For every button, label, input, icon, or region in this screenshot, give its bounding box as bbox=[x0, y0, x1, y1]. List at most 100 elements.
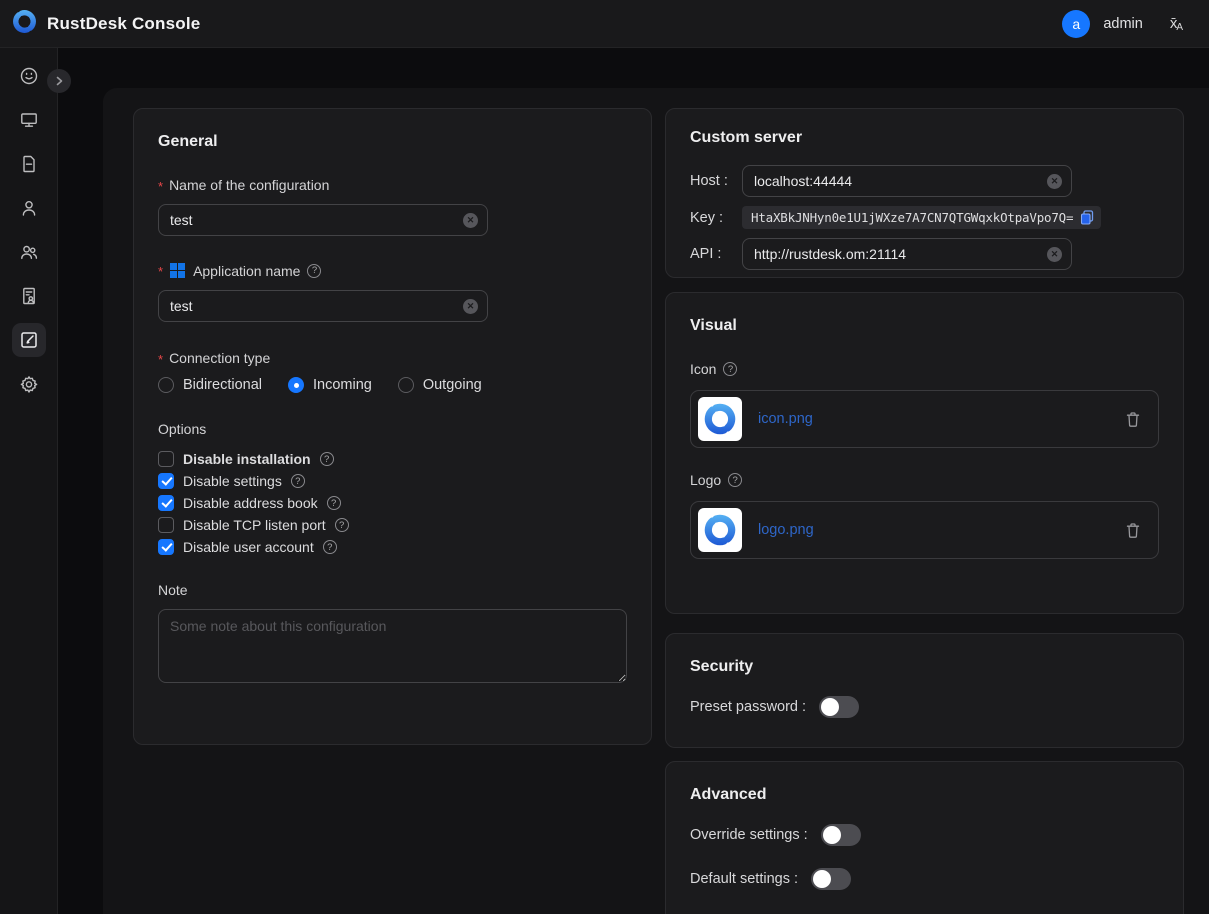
general-title: General bbox=[158, 133, 627, 151]
override-settings-label: Override settings : bbox=[690, 827, 808, 843]
sidebar-item-logs[interactable] bbox=[12, 147, 46, 181]
radio-circle[interactable] bbox=[398, 377, 414, 393]
clear-app-name-icon[interactable]: ✕ bbox=[463, 299, 478, 314]
visual-card: Visual Icon ? icon.png bbox=[665, 292, 1184, 614]
visual-title: Visual bbox=[690, 317, 1159, 335]
key-row: Key : HtaXBkJNHyn0e1U1jWXze7A7CN7QTGWqxk… bbox=[690, 206, 1159, 229]
sidebar-item-dashboard[interactable] bbox=[12, 59, 46, 93]
logo-thumbnail bbox=[698, 508, 742, 552]
api-label: API : bbox=[690, 246, 742, 262]
application-name-input[interactable] bbox=[159, 298, 487, 314]
help-icon[interactable]: ? bbox=[327, 496, 341, 510]
note-textarea[interactable] bbox=[158, 609, 627, 683]
sidebar-item-custom-clients[interactable] bbox=[12, 323, 46, 357]
sidebar-item-devices[interactable] bbox=[12, 103, 46, 137]
translate-icon[interactable]: x̄A bbox=[1170, 15, 1183, 33]
required-asterisk: * bbox=[158, 352, 163, 367]
host-input[interactable] bbox=[743, 173, 1071, 189]
sidebar-expand-button[interactable] bbox=[47, 69, 71, 93]
rustdesk-logo-icon bbox=[11, 8, 38, 40]
logo-upload-box: logo.png bbox=[690, 501, 1159, 559]
checkbox-disable-tcp-listen-port[interactable]: Disable TCP listen port ? bbox=[158, 514, 627, 536]
smile-icon bbox=[19, 66, 39, 86]
icon-thumbnail bbox=[698, 397, 742, 441]
clear-name-icon[interactable]: ✕ bbox=[463, 213, 478, 228]
radio-circle[interactable] bbox=[288, 377, 304, 393]
server-key-value: HtaXBkJNHyn0e1U1jWXze7A7CN7QTGWqxkOtpaVp… bbox=[751, 210, 1073, 225]
radio-incoming[interactable]: Incoming bbox=[288, 377, 372, 393]
note-label: Note bbox=[158, 582, 627, 598]
checkbox-box[interactable] bbox=[158, 495, 174, 511]
checkbox-box[interactable] bbox=[158, 451, 174, 467]
gear-icon bbox=[19, 374, 39, 394]
preset-password-row: Preset password : bbox=[690, 696, 1159, 718]
default-settings-label: Default settings : bbox=[690, 871, 798, 887]
delete-icon-button[interactable] bbox=[1125, 411, 1141, 428]
advanced-card: Advanced Override settings : Default set… bbox=[665, 761, 1184, 914]
icon-upload-box: icon.png bbox=[690, 390, 1159, 448]
default-settings-toggle[interactable] bbox=[811, 868, 851, 890]
form-edit-icon bbox=[19, 330, 39, 350]
clear-api-icon[interactable]: ✕ bbox=[1047, 247, 1062, 262]
checkbox-box[interactable] bbox=[158, 473, 174, 489]
help-icon[interactable]: ? bbox=[335, 518, 349, 532]
help-icon[interactable]: ? bbox=[307, 264, 321, 278]
help-icon[interactable]: ? bbox=[291, 474, 305, 488]
sidebar-item-users[interactable] bbox=[12, 191, 46, 225]
override-settings-toggle[interactable] bbox=[821, 824, 861, 846]
api-field: ✕ bbox=[742, 238, 1072, 270]
name-config-field: ✕ bbox=[158, 204, 488, 236]
rustdesk-console-screen: RustDesk Console a admin x̄A bbox=[0, 0, 1209, 914]
radio-outgoing[interactable]: Outgoing bbox=[398, 377, 482, 393]
name-config-label: * Name of the configuration bbox=[158, 177, 627, 193]
team-icon bbox=[19, 242, 39, 262]
application-name-field: ✕ bbox=[158, 290, 488, 322]
content-panel: General * Name of the configuration ✕ * … bbox=[103, 88, 1209, 914]
sidebar-item-address-books[interactable] bbox=[12, 279, 46, 313]
chevron-right-icon bbox=[53, 75, 65, 87]
security-card: Security Preset password : bbox=[665, 633, 1184, 748]
help-icon[interactable]: ? bbox=[320, 452, 334, 466]
sidebar-item-groups[interactable] bbox=[12, 235, 46, 269]
server-key-chip: HtaXBkJNHyn0e1U1jWXze7A7CN7QTGWqxkOtpaVp… bbox=[742, 206, 1101, 229]
checkbox-disable-installation[interactable]: Disable installation ? bbox=[158, 448, 627, 470]
help-icon[interactable]: ? bbox=[323, 540, 337, 554]
checkbox-disable-user-account[interactable]: Disable user account ? bbox=[158, 536, 627, 558]
checkbox-disable-address-book[interactable]: Disable address book ? bbox=[158, 492, 627, 514]
username[interactable]: admin bbox=[1103, 16, 1143, 32]
user-icon bbox=[19, 198, 39, 218]
help-icon[interactable]: ? bbox=[723, 362, 737, 376]
radio-circle[interactable] bbox=[158, 377, 174, 393]
logo-file-link[interactable]: logo.png bbox=[758, 522, 814, 538]
user-avatar[interactable]: a bbox=[1062, 10, 1090, 38]
general-card: General * Name of the configuration ✕ * … bbox=[133, 108, 652, 745]
trash-icon bbox=[1125, 522, 1141, 539]
radio-bidirectional[interactable]: Bidirectional bbox=[158, 377, 262, 393]
checkbox-disable-settings[interactable]: Disable settings ? bbox=[158, 470, 627, 492]
connection-type-label: * Connection type bbox=[158, 350, 627, 366]
delete-logo-button[interactable] bbox=[1125, 522, 1141, 539]
trash-icon bbox=[1125, 411, 1141, 428]
monitor-icon bbox=[19, 110, 39, 130]
preset-password-label: Preset password : bbox=[690, 699, 806, 715]
copy-icon[interactable] bbox=[1080, 210, 1094, 225]
file-text-icon bbox=[19, 154, 39, 174]
required-asterisk: * bbox=[158, 179, 163, 194]
clear-host-icon[interactable]: ✕ bbox=[1047, 174, 1062, 189]
checkbox-box[interactable] bbox=[158, 539, 174, 555]
preset-password-toggle[interactable] bbox=[819, 696, 859, 718]
help-icon[interactable]: ? bbox=[728, 473, 742, 487]
icon-file-link[interactable]: icon.png bbox=[758, 411, 813, 427]
override-settings-row: Override settings : bbox=[690, 824, 1159, 846]
logo-label: Logo ? bbox=[690, 472, 1159, 488]
brand[interactable]: RustDesk Console bbox=[11, 8, 200, 40]
api-input[interactable] bbox=[743, 246, 1071, 262]
sidebar-item-settings[interactable] bbox=[12, 367, 46, 401]
security-title: Security bbox=[690, 658, 1159, 676]
custom-server-card: Custom server Host : ✕ Key : HtaXBkJNHyn… bbox=[665, 108, 1184, 278]
connection-type-radio-group: Bidirectional Incoming Outgoing bbox=[158, 377, 627, 393]
name-config-input[interactable] bbox=[159, 212, 487, 228]
application-name-label: * Application name ? bbox=[158, 262, 627, 279]
api-row: API : ✕ bbox=[690, 238, 1159, 270]
checkbox-box[interactable] bbox=[158, 517, 174, 533]
